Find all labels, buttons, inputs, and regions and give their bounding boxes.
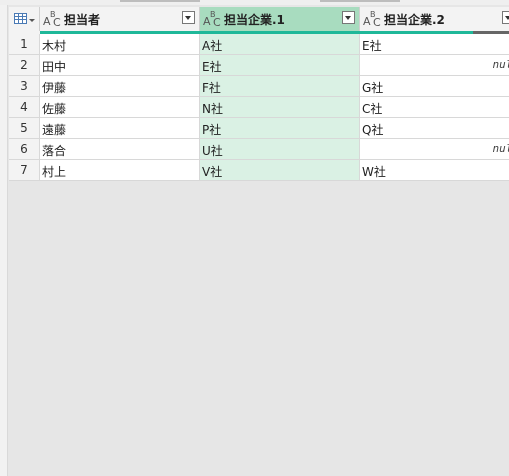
top-strip bbox=[0, 0, 509, 5]
column-header-tantoukigyou-2[interactable]: ABC 担当企業.2 bbox=[360, 7, 509, 31]
text-type-icon[interactable]: ABC bbox=[363, 10, 383, 29]
table-cell[interactable]: N社 bbox=[200, 97, 360, 118]
null-cell[interactable]: null bbox=[360, 55, 509, 76]
table-cell[interactable]: 木村 bbox=[40, 34, 200, 55]
table-cell[interactable]: P社 bbox=[200, 118, 360, 139]
table-cell[interactable]: 田中 bbox=[40, 55, 200, 76]
table-cell[interactable]: 佐藤 bbox=[40, 97, 200, 118]
table-cell[interactable]: E社 bbox=[200, 55, 360, 76]
column-header-tantoukigyou-1[interactable]: ABC 担当企業.1 bbox=[200, 7, 360, 31]
table-cell[interactable]: E社 bbox=[360, 34, 509, 55]
column-header-label: 担当者 bbox=[64, 13, 101, 27]
column-header-tantousha[interactable]: ABC 担当者 bbox=[40, 7, 200, 31]
table-cell[interactable]: U社 bbox=[200, 139, 360, 160]
table-cell[interactable]: W社 bbox=[360, 160, 509, 181]
column-header-label: 担当企業.2 bbox=[384, 13, 445, 27]
table-cell[interactable]: 遠藤 bbox=[40, 118, 200, 139]
row-index: 3 bbox=[9, 76, 40, 97]
filter-dropdown-icon[interactable] bbox=[342, 11, 355, 24]
table-cell[interactable]: 伊藤 bbox=[40, 76, 200, 97]
text-type-icon[interactable]: ABC bbox=[43, 10, 63, 29]
table-cell[interactable]: C社 bbox=[360, 97, 509, 118]
chevron-down-icon bbox=[29, 19, 35, 22]
table-cell[interactable]: 村上 bbox=[40, 160, 200, 181]
table-cell[interactable]: V社 bbox=[200, 160, 360, 181]
row-index: 4 bbox=[9, 97, 40, 118]
table-cell[interactable]: 落合 bbox=[40, 139, 200, 160]
row-index: 6 bbox=[9, 139, 40, 160]
null-cell[interactable]: null bbox=[360, 139, 509, 160]
column-header-label: 担当企業.1 bbox=[224, 13, 285, 27]
table-cell[interactable]: F社 bbox=[200, 76, 360, 97]
top-strip-tick bbox=[320, 0, 400, 2]
row-index: 5 bbox=[9, 118, 40, 139]
top-strip-tick bbox=[120, 0, 200, 2]
filter-dropdown-icon[interactable] bbox=[502, 11, 509, 24]
row-index: 1 bbox=[9, 34, 40, 55]
left-panel-edge bbox=[0, 5, 8, 476]
table-icon bbox=[14, 13, 27, 24]
table-cell[interactable]: G社 bbox=[360, 76, 509, 97]
table-cell[interactable]: Q社 bbox=[360, 118, 509, 139]
table-cell[interactable]: A社 bbox=[200, 34, 360, 55]
row-index: 2 bbox=[9, 55, 40, 76]
text-type-icon[interactable]: ABC bbox=[203, 10, 223, 29]
filter-dropdown-icon[interactable] bbox=[182, 11, 195, 24]
table-menu-button[interactable] bbox=[9, 7, 40, 31]
row-index: 7 bbox=[9, 160, 40, 181]
